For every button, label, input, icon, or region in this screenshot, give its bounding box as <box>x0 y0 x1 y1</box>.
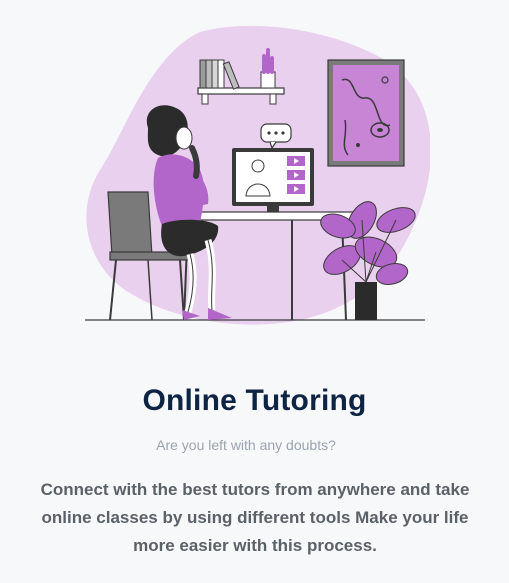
feature-description: Connect with the best tutors from anywhe… <box>40 480 470 555</box>
feature-card: Online Tutoring Are you left with any do… <box>0 0 509 583</box>
feature-subtitle: Are you left with any doubts? <box>156 437 336 453</box>
feature-title: Online Tutoring <box>142 384 367 417</box>
monitor <box>232 148 314 212</box>
wall-painting <box>327 59 405 167</box>
online-tutoring-illustration <box>85 25 430 325</box>
